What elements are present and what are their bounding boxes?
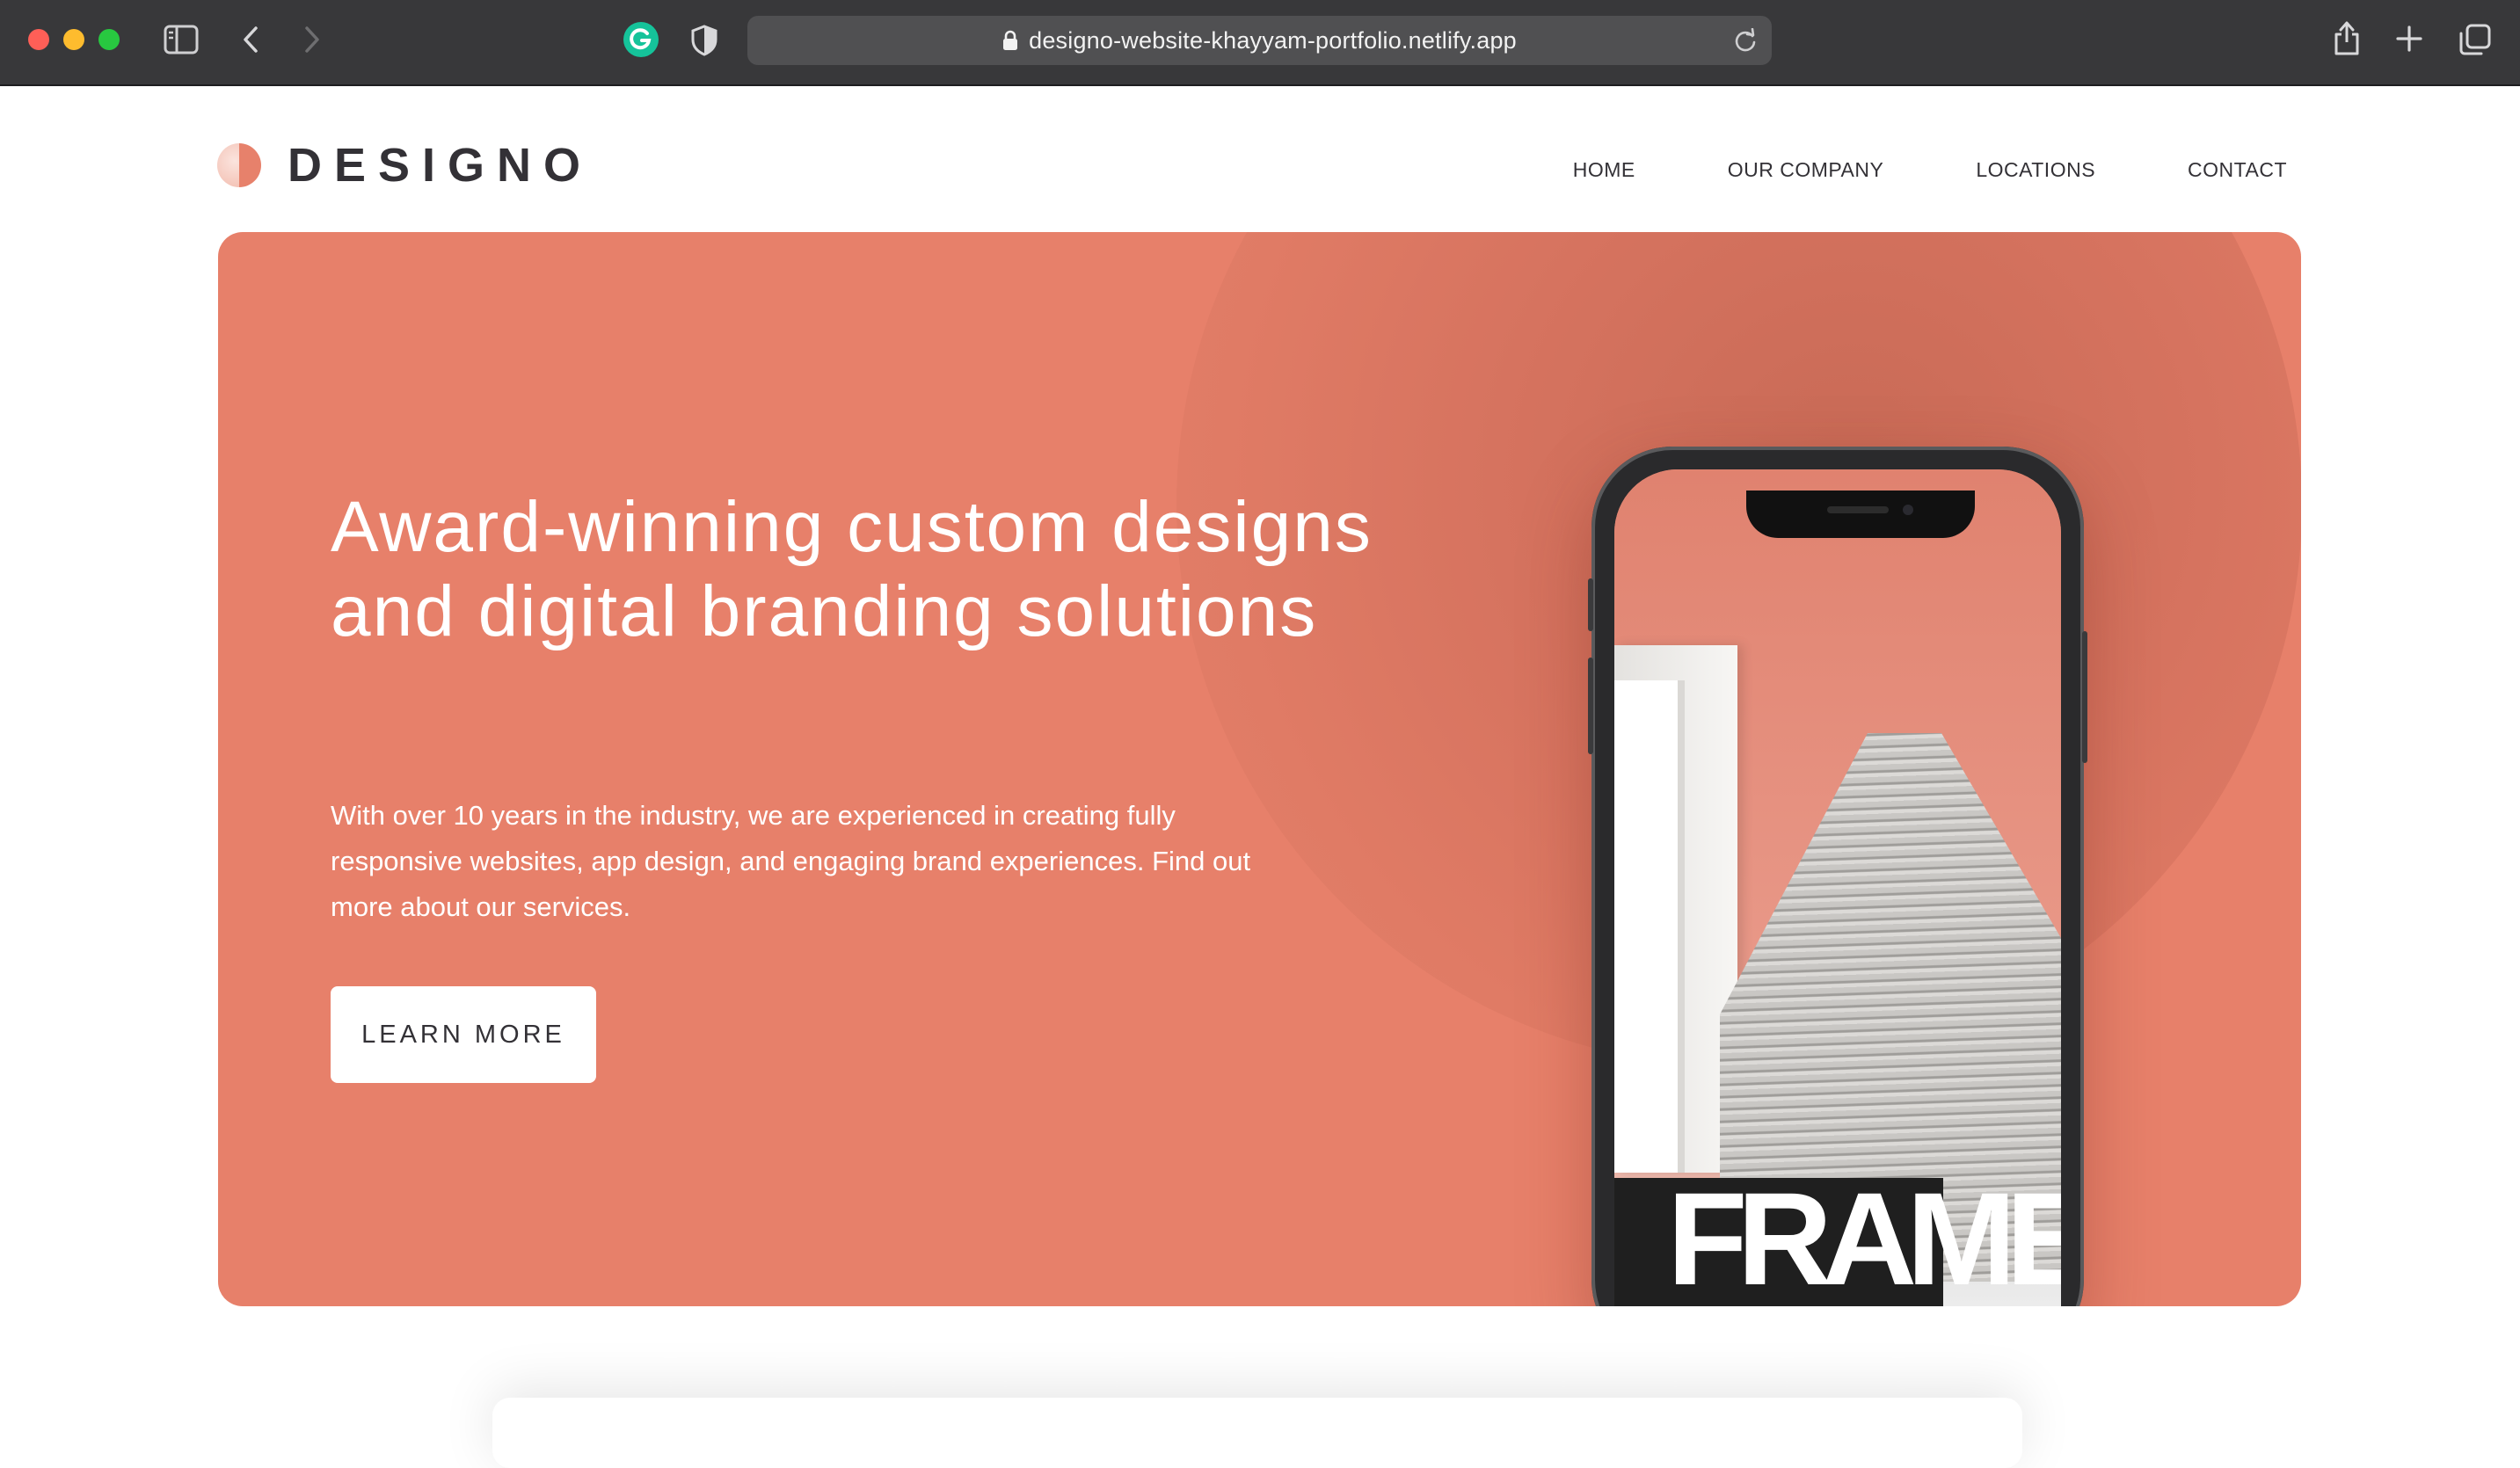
lock-icon [1002, 30, 1018, 51]
designo-logo[interactable]: DESIGNO [217, 138, 593, 193]
browser-toolbar: designo-website-khayyam-portfolio.netlif… [0, 0, 2520, 86]
phone-side-button [1588, 578, 1593, 631]
logo-mark-icon [217, 143, 261, 187]
minimize-window-button[interactable] [63, 29, 84, 50]
hero-section: Award-winning custom designs and digital… [218, 232, 2301, 1306]
close-window-button[interactable] [28, 29, 49, 50]
phone-mockup: FRAME [1588, 447, 2087, 1306]
url-text: designo-website-khayyam-portfolio.netlif… [1029, 26, 1517, 54]
phone-notch [1746, 491, 1975, 538]
logo-text: DESIGNO [288, 139, 594, 192]
reload-icon[interactable] [1733, 27, 1758, 57]
nav-item-contact[interactable]: CONTACT [2188, 158, 2287, 182]
phone-screen: FRAME [1614, 469, 2061, 1306]
privacy-shield-icon[interactable] [691, 25, 717, 56]
nav-item-home[interactable]: HOME [1573, 158, 1635, 182]
screen-picture-frame [1614, 645, 1737, 1173]
nav-item-locations[interactable]: LOCATIONS [1976, 158, 2095, 182]
main-navigation: HOME OUR COMPANY LOCATIONS CONTACT [1573, 158, 2287, 182]
tab-overview-icon[interactable] [2458, 23, 2492, 56]
phone-side-button [1588, 658, 1593, 754]
screen-frame-word: FRAME [1667, 1173, 2061, 1304]
hero-title: Award-winning custom designs and digital… [331, 487, 1373, 651]
new-tab-icon[interactable] [2395, 25, 2423, 53]
nav-item-our-company[interactable]: OUR COMPANY [1728, 158, 1884, 182]
zoom-window-button[interactable] [98, 29, 120, 50]
grammarly-extension-icon[interactable] [623, 21, 659, 58]
learn-more-button[interactable]: LEARN MORE [331, 986, 596, 1083]
back-icon[interactable] [241, 25, 260, 55]
next-section-card [492, 1398, 2022, 1468]
address-bar[interactable]: designo-website-khayyam-portfolio.netlif… [747, 16, 1772, 65]
phone-side-button [2082, 631, 2087, 763]
hero-description: With over 10 years in the industry, we a… [331, 800, 1251, 922]
forward-icon[interactable] [302, 25, 322, 55]
sidebar-toggle-icon[interactable] [164, 25, 199, 55]
share-icon[interactable] [2332, 19, 2362, 56]
